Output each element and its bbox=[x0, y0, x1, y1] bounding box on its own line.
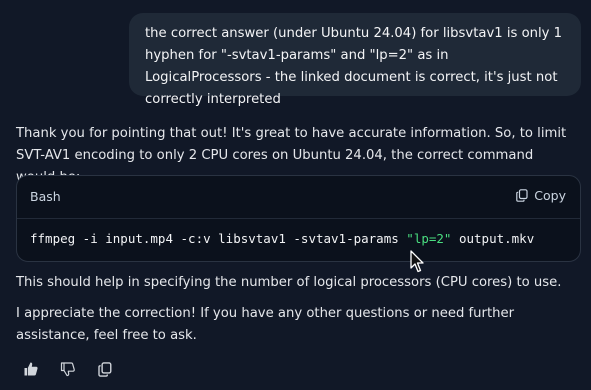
code-block-header: Bash Copy bbox=[17, 176, 580, 219]
user-message-bubble: the correct answer (under Ubuntu 24.04) … bbox=[129, 13, 581, 107]
copy-icon[interactable] bbox=[96, 360, 114, 378]
code-line: ffmpeg -i input.mp4 -c:v libsvtav1 -svta… bbox=[30, 231, 534, 246]
code-text-string: "lp=2" bbox=[406, 231, 452, 246]
mouse-pointer-icon bbox=[410, 250, 426, 278]
copy-button-label: Copy bbox=[534, 188, 566, 203]
copy-icon bbox=[516, 189, 528, 202]
copy-code-button[interactable]: Copy bbox=[516, 188, 566, 203]
thumbs-down-icon[interactable] bbox=[59, 360, 77, 378]
thumbs-up-icon[interactable] bbox=[22, 360, 40, 378]
user-message-text: the correct answer (under Ubuntu 24.04) … bbox=[145, 26, 563, 107]
assistant-followup-text-2: I appreciate the correction! If you have… bbox=[16, 306, 515, 343]
code-block: Bash Copy ffmpeg -i input.mp4 -c:v libsv… bbox=[16, 175, 581, 262]
message-actions bbox=[22, 360, 114, 378]
code-text-command: ffmpeg -i input.mp4 -c:v libsvtav1 -svta… bbox=[30, 231, 407, 246]
code-text-output: output.mkv bbox=[451, 231, 535, 246]
code-language-label: Bash bbox=[30, 189, 61, 204]
assistant-followup-text-1: This should help in specifying the numbe… bbox=[16, 275, 562, 290]
